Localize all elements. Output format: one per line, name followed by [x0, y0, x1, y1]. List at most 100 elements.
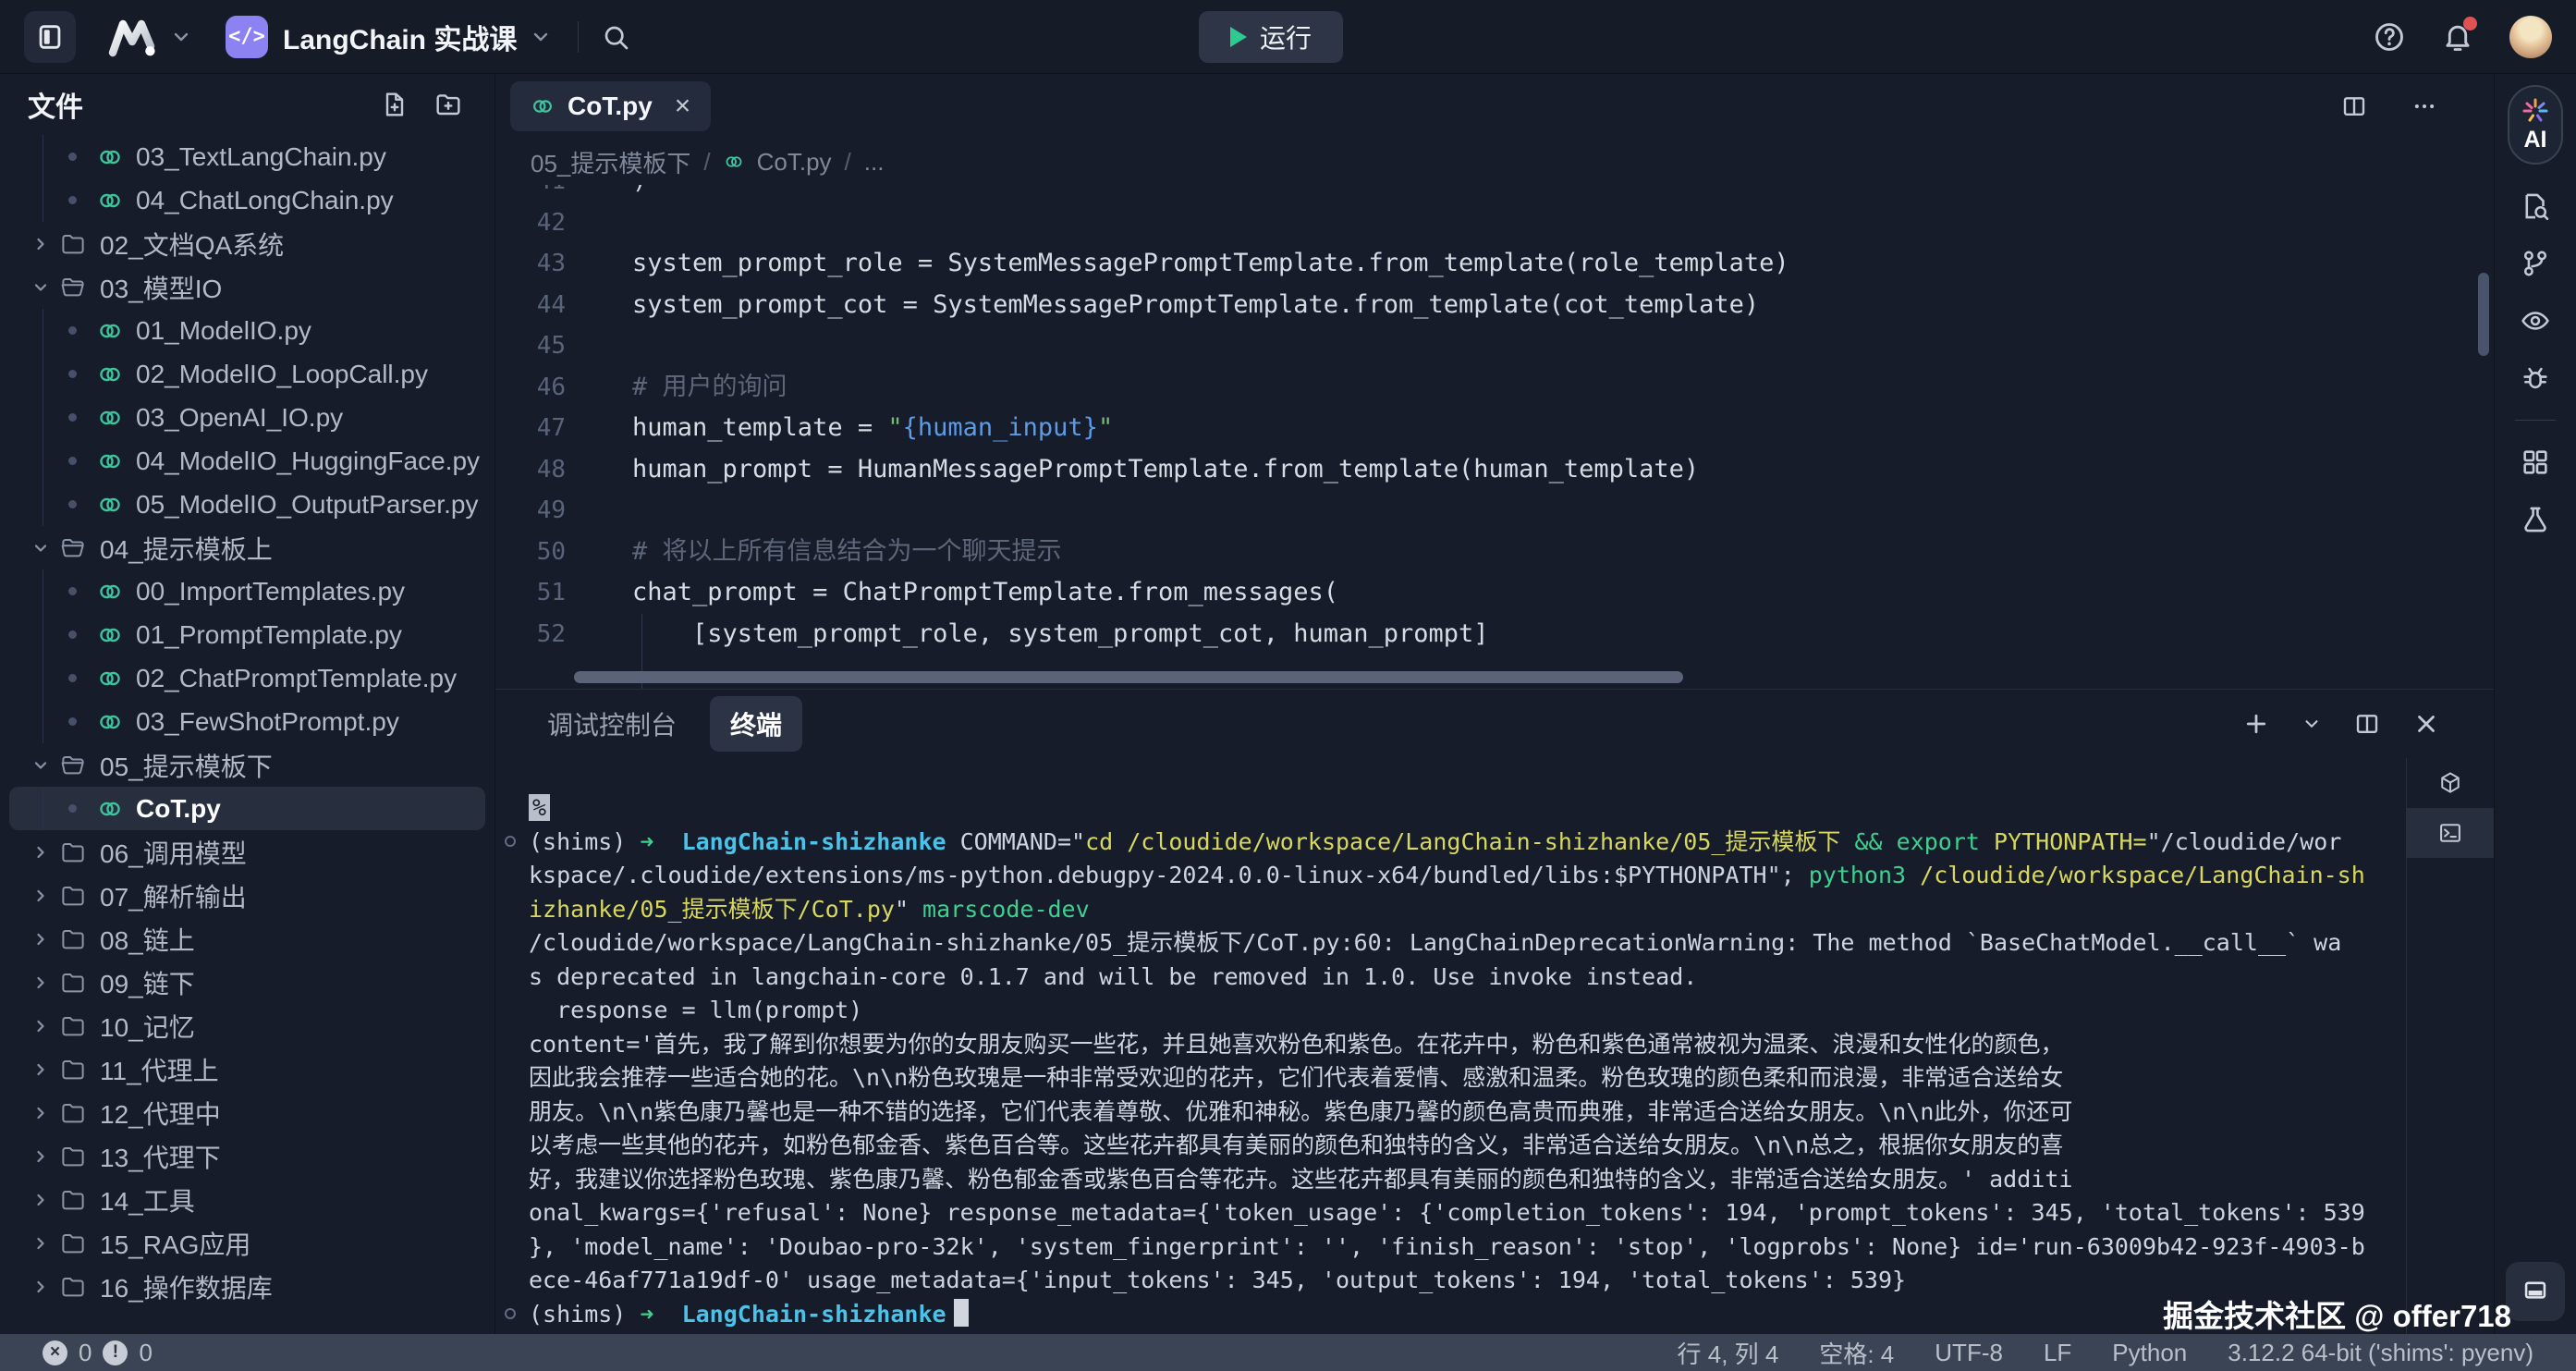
breadcrumb-symbol[interactable]: ... — [864, 148, 885, 177]
tree-folder[interactable]: 09_链下 — [0, 961, 494, 1004]
tree-folder[interactable]: 08_链上 — [0, 917, 494, 961]
tree-folder[interactable]: 12_代理中 — [0, 1091, 494, 1134]
terminal-line: (shims) ➜ LangChain-shizhanke COMMAND="c… — [529, 826, 2406, 860]
run-button[interactable]: 运行 — [1199, 11, 1343, 63]
cursor-position[interactable]: 行 4, 列 4 — [1678, 1336, 1779, 1370]
eye-icon[interactable] — [2520, 305, 2551, 337]
editor-horizontal-scrollbar[interactable] — [574, 671, 1683, 683]
terminal-output[interactable]: %(shims) ➜ LangChain-shizhanke COMMAND="… — [495, 758, 2406, 1334]
tree-file[interactable]: 01_ModelIO.py — [0, 309, 494, 352]
editor-vertical-scrollbar[interactable] — [2478, 273, 2489, 356]
chevron-down-icon[interactable] — [530, 26, 552, 48]
tab-terminal[interactable]: 终端 — [710, 696, 802, 752]
terminal-instance-task[interactable] — [2407, 758, 2494, 808]
tree-folder[interactable]: 11_代理上 — [0, 1047, 494, 1091]
tree-item-dot — [68, 587, 77, 595]
encoding[interactable]: UTF-8 — [1935, 1339, 2003, 1367]
new-file-icon[interactable] — [380, 90, 409, 119]
folder-name: 09_链下 — [100, 964, 195, 1001]
file-name: 00_ImportTemplates.py — [136, 577, 405, 606]
editor-tab-cotpy[interactable]: CoT.py × — [510, 81, 711, 131]
langchain-file-icon — [531, 94, 555, 118]
chevron-right-icon[interactable] — [31, 1278, 50, 1296]
extensions-grid-icon[interactable] — [2520, 447, 2551, 478]
chevron-right-icon[interactable] — [31, 1017, 50, 1035]
tree-file[interactable]: 02_ChatPromptTemplate.py — [0, 656, 494, 700]
sidebar-toggle-button[interactable] — [24, 11, 76, 63]
tree-folder[interactable]: 15_RAG应用 — [0, 1221, 494, 1265]
chevron-down-icon[interactable] — [31, 278, 50, 297]
tree-folder[interactable]: 02_文档QA系统 — [0, 222, 494, 265]
tree-file[interactable]: 03_OpenAI_IO.py — [0, 396, 494, 439]
notifications-button[interactable] — [2441, 20, 2474, 54]
tree-folder[interactable]: 04_提示模板上 — [0, 526, 494, 569]
tree-file[interactable]: 04_ModelIO_HuggingFace.py — [0, 439, 494, 483]
marscode-logo[interactable] — [107, 17, 192, 57]
breadcrumb-folder[interactable]: 05_提示模板下 — [531, 145, 690, 179]
flask-icon[interactable] — [2520, 504, 2551, 535]
tree-folder[interactable]: 16_操作数据库 — [0, 1265, 494, 1308]
chevron-right-icon[interactable] — [31, 1104, 50, 1122]
tree-folder[interactable]: 06_调用模型 — [0, 830, 494, 874]
new-folder-icon[interactable] — [433, 90, 463, 119]
tree-file[interactable]: 00_ImportTemplates.py — [0, 569, 494, 613]
problems-indicator[interactable]: × 0 ! 0 — [43, 1339, 153, 1367]
line-number: 44 — [495, 285, 566, 326]
tree-item-dot — [68, 457, 77, 465]
langchain-file-icon — [97, 622, 123, 648]
chevron-down-icon[interactable] — [31, 756, 50, 775]
tree-item-dot — [68, 500, 77, 508]
close-tab-icon[interactable]: × — [675, 92, 691, 120]
tree-file[interactable]: 03_FewShotPrompt.py — [0, 700, 494, 743]
chevron-right-icon[interactable] — [31, 1147, 50, 1166]
tree-folder[interactable]: 13_代理下 — [0, 1134, 494, 1178]
folder-icon — [59, 1273, 87, 1301]
language-mode[interactable]: Python — [2112, 1339, 2187, 1367]
tree-file[interactable]: 03_TextLangChain.py — [0, 135, 494, 178]
chevron-right-icon[interactable] — [31, 235, 50, 253]
chevron-down-icon[interactable] — [2301, 714, 2322, 734]
breadcrumb-file[interactable]: CoT.py — [757, 148, 832, 177]
chevron-right-icon[interactable] — [31, 843, 50, 862]
tree-file[interactable]: 04_ChatLongChain.py — [0, 178, 494, 222]
tree-file[interactable]: 05_ModelIO_OutputParser.py — [0, 483, 494, 526]
eol-setting[interactable]: LF — [2044, 1339, 2071, 1367]
new-terminal-plus-icon[interactable] — [2242, 710, 2270, 738]
tree-file[interactable]: 02_ModelIO_LoopCall.py — [0, 352, 494, 396]
project-name[interactable]: LangChain 实战课 — [283, 17, 517, 57]
tree-folder[interactable]: 07_解析输出 — [0, 874, 494, 917]
help-icon[interactable] — [2373, 20, 2406, 54]
git-branch-icon[interactable] — [2520, 248, 2551, 279]
tree-folder[interactable]: 03_模型IO — [0, 265, 494, 309]
tab-debug-console[interactable]: 调试控制台 — [527, 696, 697, 752]
tree-file[interactable]: 01_PromptTemplate.py — [0, 613, 494, 656]
chevron-right-icon[interactable] — [31, 1191, 50, 1209]
more-ellipsis-icon[interactable] — [2411, 92, 2438, 120]
terminal-instance-shell[interactable] — [2407, 808, 2494, 858]
chevron-right-icon[interactable] — [31, 887, 50, 905]
tree-folder[interactable]: 05_提示模板下 — [0, 743, 494, 787]
bug-icon[interactable] — [2520, 362, 2551, 394]
python-interpreter[interactable]: 3.12.2 64-bit ('shims': pyenv) — [2228, 1339, 2533, 1367]
split-editor-icon[interactable] — [2340, 92, 2368, 120]
file-search-icon[interactable] — [2520, 190, 2551, 222]
ai-assistant-button[interactable]: AI — [2508, 85, 2563, 165]
split-panel-icon[interactable] — [2353, 710, 2381, 738]
editor-tabbar: CoT.py × — [495, 74, 2494, 139]
error-count: 0 — [79, 1339, 92, 1367]
chevron-down-icon[interactable] — [170, 26, 192, 48]
close-panel-icon[interactable] — [2412, 710, 2440, 738]
tree-folder[interactable]: 10_记忆 — [0, 1004, 494, 1047]
chevron-right-icon[interactable] — [31, 930, 50, 949]
search-icon[interactable] — [601, 22, 630, 52]
chevron-down-icon[interactable] — [31, 539, 50, 557]
avatar[interactable] — [2509, 16, 2552, 58]
chevron-right-icon[interactable] — [31, 973, 50, 992]
remote-machine-button[interactable] — [2506, 1262, 2565, 1321]
chevron-right-icon[interactable] — [31, 1060, 50, 1079]
code-editor[interactable]: 41)4243system_prompt_role = SystemMessag… — [495, 185, 2494, 689]
tree-file[interactable]: CoT.py — [9, 787, 485, 830]
tree-folder[interactable]: 14_工具 — [0, 1178, 494, 1221]
chevron-right-icon[interactable] — [31, 1234, 50, 1253]
indent-setting[interactable]: 空格: 4 — [1819, 1336, 1894, 1370]
